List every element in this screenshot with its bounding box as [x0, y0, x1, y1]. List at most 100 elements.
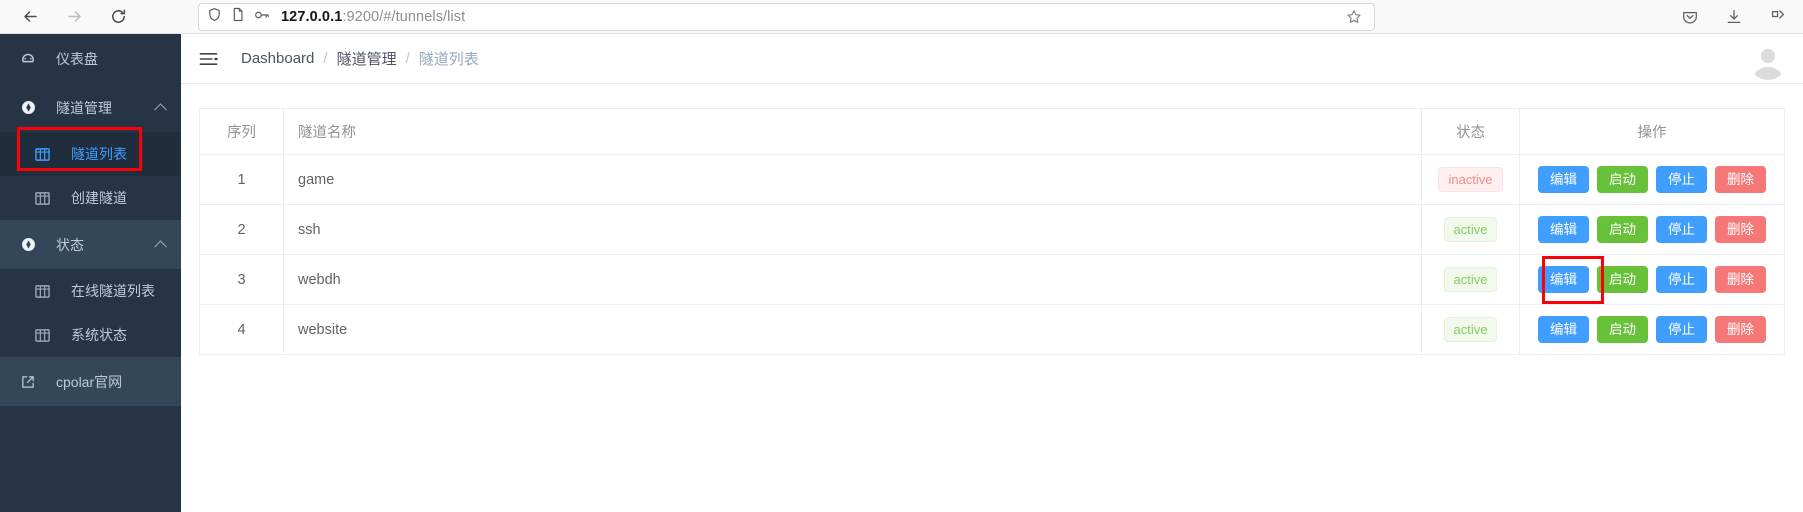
address-bar[interactable]: 127.0.0.1:9200/#/tunnels/list [198, 3, 1375, 31]
cell-seq: 1 [199, 154, 284, 205]
breadcrumb-item-tunnel-management[interactable]: 隧道管理 [337, 48, 397, 69]
status-badge: active [1443, 316, 1498, 343]
page-icon[interactable] [231, 7, 245, 27]
reload-button[interactable] [104, 3, 132, 31]
cell-operations: 编辑 启动 停止 删除 [1519, 304, 1785, 355]
breadcrumb-item-tunnel-list: 隧道列表 [418, 51, 479, 68]
sidebar-item-tunnel-list[interactable]: 隧道列表 [0, 132, 181, 176]
forward-button[interactable] [60, 3, 88, 31]
cell-seq: 4 [199, 304, 284, 355]
action-button-group: 编辑 启动 停止 删除 [1520, 265, 1784, 294]
start-button[interactable]: 启动 [1597, 215, 1648, 244]
edit-button[interactable]: 编辑 [1538, 165, 1589, 194]
table-row: 3 webdh active 编辑 启动 停止 删除 [199, 254, 1785, 305]
page-topbar: Dashboard / 隧道管理 / 隧道列表 [181, 34, 1803, 84]
extensions-icon[interactable] [1765, 4, 1791, 30]
stop-button[interactable]: 停止 [1656, 215, 1707, 244]
stop-button[interactable]: 停止 [1656, 265, 1707, 294]
url-path: :9200/#/tunnels/list [342, 9, 466, 25]
sidebar: 仪表盘 隧道管理 隧道列表 创建隧道 状态 在线隧道列表 系统状态 cpolar… [0, 34, 181, 512]
breadcrumb-item-dashboard[interactable]: Dashboard [241, 50, 314, 67]
status-badge: inactive [1438, 166, 1503, 193]
table-head: 序列 隧道名称 状态 操作 [199, 108, 1785, 155]
action-button-group: 编辑 启动 停止 删除 [1520, 165, 1784, 194]
cell-operations: 编辑 启动 停止 删除 [1519, 154, 1785, 205]
chevron-up-icon [154, 239, 167, 253]
delete-button[interactable]: 删除 [1715, 265, 1766, 294]
cell-seq: 2 [199, 204, 284, 255]
sidebar-item-dashboard[interactable]: 仪表盘 [0, 34, 181, 83]
address-bar-icons [207, 7, 270, 27]
action-button-group: 编辑 启动 停止 删除 [1520, 315, 1784, 344]
key-icon[interactable] [254, 8, 270, 27]
external-link-icon [20, 374, 42, 390]
cell-operations: 编辑 启动 停止 删除 [1519, 254, 1785, 305]
sidebar-label: 隧道列表 [71, 146, 127, 162]
edit-button[interactable]: 编辑 [1538, 265, 1589, 294]
sidebar-item-status[interactable]: 状态 [0, 220, 181, 269]
start-button[interactable]: 启动 [1597, 265, 1648, 294]
chevron-up-icon [154, 102, 167, 116]
compass-icon [20, 236, 42, 253]
sidebar-item-cpolar-website[interactable]: cpolar官网 [0, 357, 181, 406]
column-header-ops: 操作 [1519, 108, 1785, 155]
delete-button[interactable]: 删除 [1715, 315, 1766, 344]
cell-name: game [283, 154, 1422, 205]
sidebar-label: cpolar官网 [56, 373, 123, 390]
stop-button[interactable]: 停止 [1656, 315, 1707, 344]
sidebar-label: 仪表盘 [56, 50, 98, 67]
status-badge: active [1443, 266, 1498, 293]
table-row: 4 website active 编辑 启动 停止 删除 [199, 304, 1785, 355]
avatar[interactable] [1749, 42, 1787, 80]
compass-icon [20, 99, 42, 116]
grid-icon [35, 328, 57, 343]
table-body: 1 game inactive 编辑 启动 停止 删除 2 ssh active… [199, 154, 1785, 355]
action-button-group: 编辑 启动 停止 删除 [1520, 215, 1784, 244]
sidebar-label: 状态 [56, 236, 84, 253]
sidebar-label: 创建隧道 [71, 190, 127, 206]
column-header-name: 隧道名称 [283, 108, 1422, 155]
cell-status: active [1421, 304, 1520, 355]
start-button[interactable]: 启动 [1597, 315, 1648, 344]
url-host: 127.0.0.1 [281, 9, 343, 25]
main-content: Dashboard / 隧道管理 / 隧道列表 序列 隧道名称 状态 操作 1 … [181, 34, 1803, 512]
download-icon[interactable] [1721, 4, 1747, 30]
star-icon[interactable] [1342, 5, 1366, 29]
cell-name: website [283, 304, 1422, 355]
grid-icon [35, 191, 57, 206]
start-button[interactable]: 启动 [1597, 165, 1648, 194]
delete-button[interactable]: 删除 [1715, 215, 1766, 244]
tunnels-table: 序列 隧道名称 状态 操作 1 game inactive 编辑 启动 停止 删… [199, 108, 1785, 355]
edit-button[interactable]: 编辑 [1538, 215, 1589, 244]
column-header-status: 状态 [1421, 108, 1520, 155]
status-badge: active [1443, 216, 1498, 243]
grid-icon [35, 284, 57, 299]
cell-status: active [1421, 254, 1520, 305]
sidebar-label: 在线隧道列表 [71, 283, 155, 299]
gauge-icon [20, 51, 42, 67]
breadcrumb-separator: / [323, 50, 328, 67]
sidebar-label: 系统状态 [71, 327, 127, 343]
cell-status: inactive [1421, 154, 1520, 205]
sidebar-item-tunnel-management[interactable]: 隧道管理 [0, 83, 181, 132]
table-row: 1 game inactive 编辑 启动 停止 删除 [199, 154, 1785, 205]
breadcrumb-separator: / [405, 50, 410, 67]
sidebar-item-create-tunnel[interactable]: 创建隧道 [0, 176, 181, 220]
sidebar-item-system-status[interactable]: 系统状态 [0, 313, 181, 357]
shield-icon[interactable] [207, 7, 222, 27]
table-header-row: 序列 隧道名称 状态 操作 [199, 108, 1785, 155]
cell-operations: 编辑 启动 停止 删除 [1519, 204, 1785, 255]
browser-toolbar-right [1677, 3, 1795, 31]
back-button[interactable] [16, 3, 44, 31]
breadcrumb: Dashboard / 隧道管理 / 隧道列表 [241, 48, 479, 69]
browser-toolbar: 127.0.0.1:9200/#/tunnels/list [0, 0, 1803, 34]
delete-button[interactable]: 删除 [1715, 165, 1766, 194]
sidebar-item-online-tunnel-list[interactable]: 在线隧道列表 [0, 269, 181, 313]
stop-button[interactable]: 停止 [1656, 165, 1707, 194]
pocket-icon[interactable] [1677, 4, 1703, 30]
tunnels-table-container: 序列 隧道名称 状态 操作 1 game inactive 编辑 启动 停止 删… [181, 84, 1803, 355]
edit-button[interactable]: 编辑 [1538, 315, 1589, 344]
url-text: 127.0.0.1:9200/#/tunnels/list [281, 9, 465, 25]
hamburger-icon[interactable] [197, 48, 219, 70]
cell-name: ssh [283, 204, 1422, 255]
